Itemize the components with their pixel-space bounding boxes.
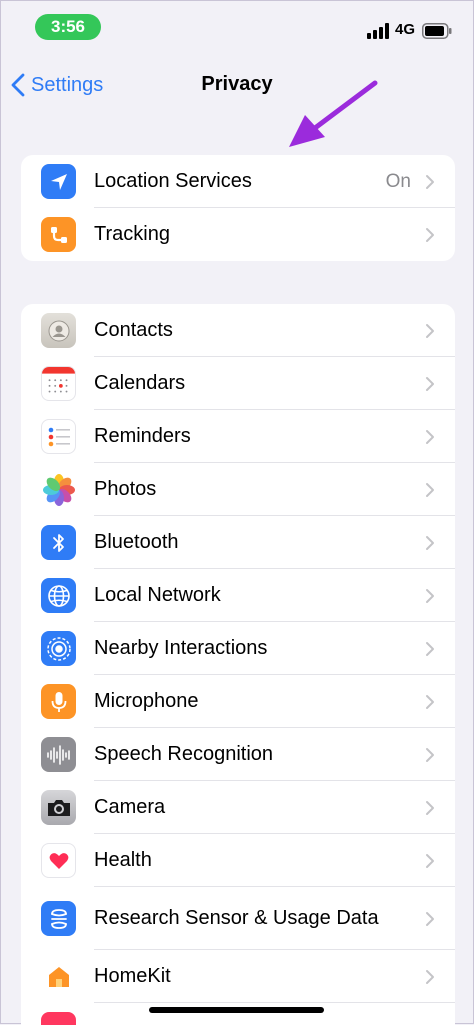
chevron-right-icon [426,853,434,868]
status-time[interactable]: 3:56 [35,14,101,40]
row-speech-recognition[interactable]: Speech Recognition [21,728,455,781]
row-calendars[interactable]: Calendars [21,357,455,410]
row-bluetooth[interactable]: Bluetooth [21,516,455,569]
tracking-icon [41,217,76,252]
battery-icon [422,23,452,39]
calendar-icon [41,366,76,401]
row-tracking[interactable]: Tracking [21,208,455,261]
row-label: Research Sensor & Usage Data [94,907,379,929]
row-label: Contacts [94,319,173,341]
page-title: Privacy [201,73,273,95]
row-label: Health [94,849,152,871]
contacts-icon [41,313,76,348]
row-homekit[interactable]: HomeKit [21,950,455,1003]
row-label: Calendars [94,372,186,394]
heart-icon [41,843,76,878]
row-label: Speech Recognition [94,743,274,765]
row-microphone[interactable]: Microphone [21,675,455,728]
home-icon [41,959,76,994]
row-label: HomeKit [94,965,171,987]
row-local-network[interactable]: Local Network [21,569,455,622]
music-icon [41,1012,76,1025]
nearby-icon [41,631,76,666]
row-label: Nearby Interactions [94,637,268,659]
network-type: 4G [395,21,416,38]
chevron-right-icon [426,747,434,762]
row-contacts[interactable]: Contacts [21,304,455,357]
camera-icon [41,790,76,825]
research-icon [41,901,76,936]
chevron-right-icon [426,694,434,709]
cellular-signal-icon [367,23,389,39]
chevron-right-icon [426,800,434,815]
reminders-icon [41,419,76,454]
row-location-services[interactable]: Location Services On [21,155,455,208]
row-health[interactable]: Health [21,834,455,887]
row-label: Tracking [94,223,170,245]
bluetooth-icon [41,525,76,560]
row-label: Location Services [94,170,252,192]
chevron-right-icon [426,482,434,497]
row-nearby-interactions[interactable]: Nearby Interactions [21,622,455,675]
photos-icon [41,472,76,507]
chevron-right-icon [426,588,434,603]
chevron-right-icon [426,174,434,189]
chevron-right-icon [426,429,434,444]
navigation-bar: Settings Privacy [1,61,473,109]
row-label: Microphone [94,690,199,712]
row-label: Camera [94,796,166,818]
row-camera[interactable]: Camera [21,781,455,834]
row-label: Reminders [94,425,191,447]
row-label: Photos [94,478,157,500]
row-label: Bluetooth [94,531,179,553]
chevron-right-icon [426,969,434,984]
waveform-icon [41,737,76,772]
globe-icon [41,578,76,613]
chevron-right-icon [426,641,434,656]
row-label: Local Network [94,584,221,606]
location-arrow-icon [41,164,76,199]
location-tracking-group: Location Services On Tracking [21,155,455,261]
chevron-right-icon [426,376,434,391]
home-indicator[interactable] [149,1007,324,1013]
row-reminders[interactable]: Reminders [21,410,455,463]
row-value: On [385,170,411,192]
permissions-group: Contacts Calendars Reminders Photos Blue… [21,304,455,1025]
annotation-arrow-icon [289,80,378,147]
microphone-icon [41,684,76,719]
chevron-right-icon [426,535,434,550]
row-research-sensor[interactable]: Research Sensor & Usage Data [21,887,455,950]
chevron-right-icon [426,227,434,242]
chevron-right-icon [426,911,434,926]
row-photos[interactable]: Photos [21,463,455,516]
status-bar: 3:56 4G [1,1,473,57]
chevron-right-icon [426,323,434,338]
